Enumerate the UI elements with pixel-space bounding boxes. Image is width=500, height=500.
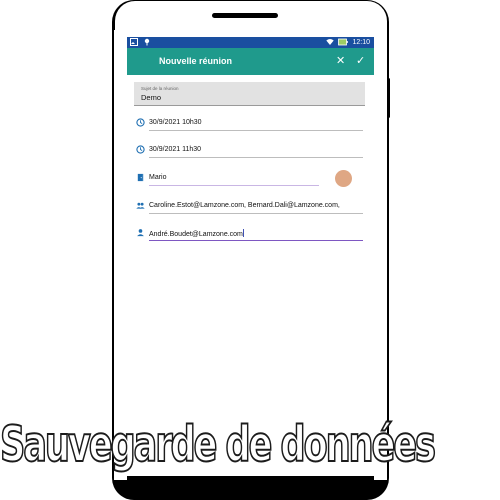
watermark-title: Sauvegarde de données bbox=[0, 414, 500, 474]
new-participant-value: André.Boudet@Lamzone.com bbox=[149, 231, 243, 238]
text-cursor bbox=[242, 229, 244, 237]
gallery-icon bbox=[130, 38, 138, 46]
start-time-field[interactable]: 30/9/2021 10h30 bbox=[134, 117, 364, 131]
page-title: Nouvelle réunion bbox=[159, 56, 233, 66]
close-button[interactable]: ✕ bbox=[336, 54, 345, 67]
room-field[interactable]: Mario bbox=[134, 172, 364, 186]
wifi-icon bbox=[326, 39, 335, 45]
clock-icon bbox=[136, 118, 145, 127]
subject-label: Sujet de la réunion bbox=[141, 86, 179, 91]
app-bar: Nouvelle réunion ✕ ✓ bbox=[127, 48, 374, 75]
phone-right-bezel bbox=[374, 30, 387, 480]
room-underline bbox=[149, 185, 319, 186]
new-participant-field[interactable]: André.Boudet@Lamzone.com bbox=[134, 227, 364, 241]
participants-underline bbox=[149, 213, 363, 214]
end-time-underline bbox=[149, 157, 363, 158]
new-participant-input[interactable]: André.Boudet@Lamzone.com bbox=[149, 229, 244, 238]
save-button[interactable]: ✓ bbox=[356, 54, 365, 67]
watermark-text: Sauvegarde de données bbox=[0, 415, 437, 474]
person-icon bbox=[137, 229, 144, 237]
start-time-underline bbox=[149, 130, 363, 131]
clock-icon bbox=[136, 145, 145, 154]
subject-value: Demo bbox=[141, 93, 162, 102]
phone-screen: 12:10 Nouvelle réunion ✕ ✓ Sujet de la r… bbox=[127, 37, 374, 454]
status-time: 12:10 bbox=[352, 38, 370, 46]
earpiece bbox=[212, 13, 278, 18]
location-icon bbox=[144, 38, 150, 46]
participants-field[interactable]: Caroline.Estot@Lamzone.com, Bernard.Dali… bbox=[134, 200, 364, 214]
group-icon bbox=[136, 202, 145, 209]
battery-icon bbox=[338, 38, 349, 46]
phone-left-bezel bbox=[114, 30, 127, 480]
room-color-picker[interactable] bbox=[335, 170, 352, 187]
subject-field[interactable]: Sujet de la réunion Demo bbox=[134, 82, 365, 106]
new-participant-underline bbox=[149, 240, 363, 241]
room-value: Mario bbox=[149, 174, 167, 181]
phone-top-bezel bbox=[115, 1, 387, 37]
phone-side-button bbox=[387, 78, 390, 118]
start-time-value: 30/9/2021 10h30 bbox=[149, 119, 202, 126]
end-time-value: 30/9/2021 11h30 bbox=[149, 146, 202, 153]
end-time-field[interactable]: 30/9/2021 11h30 bbox=[134, 144, 364, 158]
door-icon bbox=[137, 173, 144, 182]
status-bar: 12:10 bbox=[127, 37, 374, 48]
participants-value: Caroline.Estot@Lamzone.com, Bernard.Dali… bbox=[149, 202, 340, 209]
